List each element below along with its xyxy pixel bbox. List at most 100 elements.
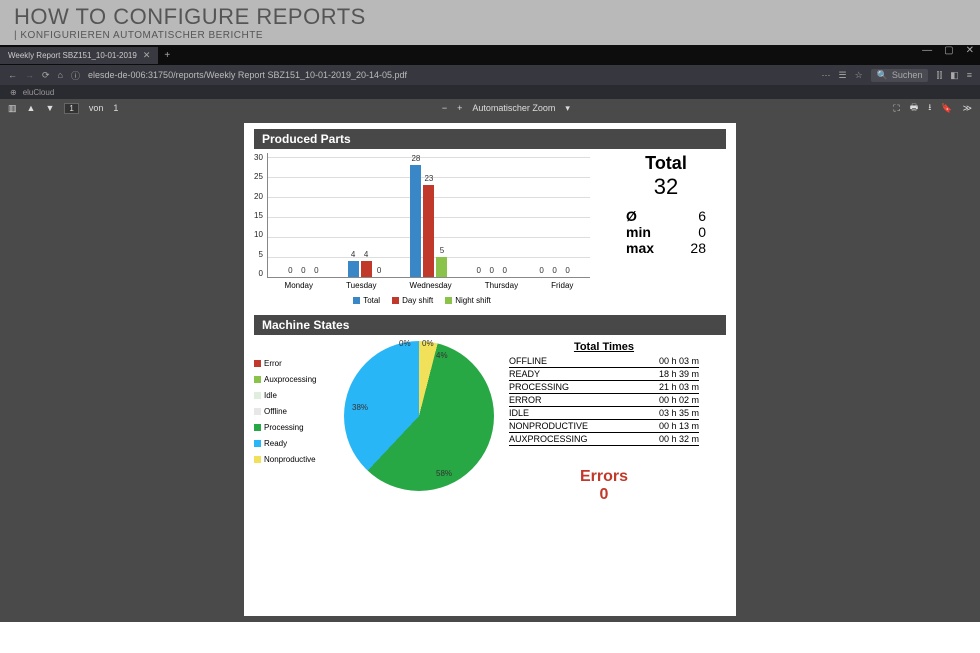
times-key: READY xyxy=(509,369,540,379)
lg-np: Nonproductive xyxy=(264,455,316,464)
search-box[interactable]: 🔍 Suchen xyxy=(871,69,929,82)
bar-value-label: 0 xyxy=(377,266,381,275)
bar-value-label: 0 xyxy=(301,266,305,275)
x-tick: Thursday xyxy=(485,281,518,290)
minimize-icon[interactable]: — xyxy=(922,45,932,56)
close-window-icon[interactable]: ✕ xyxy=(966,45,974,56)
back-icon[interactable]: ← xyxy=(8,70,17,80)
pdf-viewport[interactable]: Produced Parts 302520151050 000440282350… xyxy=(0,117,980,622)
day-group: 2823 5 xyxy=(410,165,447,277)
download-icon[interactable]: ⭳ xyxy=(928,100,931,116)
times-key: IDLE xyxy=(509,408,529,418)
bar: 23 xyxy=(423,185,434,277)
bar-value-label: 23 xyxy=(424,174,433,183)
bar-value-label: 0 xyxy=(490,266,494,275)
bar-legend: Total Day shift Night shift xyxy=(254,296,590,305)
legend-night: Night shift xyxy=(455,296,491,305)
bar-value-label: 0 xyxy=(552,266,556,275)
pie-graphic xyxy=(344,341,494,491)
stat-avg-sym: Ø xyxy=(626,208,637,224)
search-input[interactable]: Suchen xyxy=(892,70,923,80)
day-group: 440 xyxy=(348,261,385,277)
bar-value-label: 5 xyxy=(440,246,444,255)
presentation-icon[interactable]: ⛶ xyxy=(893,103,899,114)
reader-icon[interactable]: ☰ xyxy=(839,70,847,81)
times-val: 18 h 39 m xyxy=(659,369,699,379)
pie-legend: Error Auxprocessing Idle Offline Process… xyxy=(254,341,334,464)
print-icon[interactable]: 🖶 xyxy=(910,100,919,116)
pie-label-ready: 38% xyxy=(352,403,368,412)
bar: 4 xyxy=(348,261,359,277)
times-row: OFFLINE00 h 03 m xyxy=(509,355,699,368)
star-icon[interactable]: ☆ xyxy=(855,70,863,81)
times-val: 03 h 35 m xyxy=(659,408,699,418)
url-field[interactable]: elesde-de-006:31750/reports/Weekly Repor… xyxy=(80,70,814,80)
lg-offline: Offline xyxy=(264,407,287,416)
close-icon[interactable]: ✕ xyxy=(143,50,151,61)
toggle-sidebar-icon[interactable]: ▥ xyxy=(8,103,17,114)
times-key: ERROR xyxy=(509,395,542,405)
tools-icon[interactable]: ≫ xyxy=(963,103,972,114)
browser-tab[interactable]: Weekly Report SBZ151_10-01-2019 ✕ xyxy=(0,47,158,64)
zoom-out-icon[interactable]: − xyxy=(442,103,447,113)
y-axis: 302520151050 xyxy=(254,153,267,278)
bookmark-elucloud[interactable]: eluCloud xyxy=(23,88,55,97)
sidebar-icon[interactable]: ◧ xyxy=(950,70,959,81)
times-key: AUXPROCESSING xyxy=(509,434,588,444)
totals-title: Total xyxy=(606,153,726,174)
times-row: IDLE 03 h 35 m xyxy=(509,407,699,420)
bookmarks-bar: ⊕ eluCloud xyxy=(0,85,980,99)
lg-aux: Auxprocessing xyxy=(264,375,316,384)
bar-value-label: 0 xyxy=(503,266,507,275)
stat-min: 0 xyxy=(698,224,706,240)
pdf-page: Produced Parts 302520151050 000440282350… xyxy=(244,123,736,616)
times-val: 00 h 32 m xyxy=(659,434,699,444)
errors-value: 0 xyxy=(509,486,699,504)
bookmark-pdf-icon[interactable]: 🔖 xyxy=(941,103,952,114)
bar-value-label: 28 xyxy=(411,154,420,163)
times-val: 00 h 13 m xyxy=(659,421,699,431)
menu-icon[interactable]: ≡ xyxy=(967,70,972,80)
page-total: 1 xyxy=(113,103,118,113)
slide-subtitle: | KONFIGURIEREN AUTOMATISCHER BERICHTE xyxy=(14,30,970,41)
page-up-icon[interactable]: ▲ xyxy=(27,103,36,113)
bar-value-label: 0 xyxy=(539,266,543,275)
page-down-icon[interactable]: ▼ xyxy=(45,103,54,113)
zoom-select[interactable]: Automatischer Zoom xyxy=(472,103,555,113)
maximize-icon[interactable]: ▢ xyxy=(944,45,953,56)
bar-value-label: 4 xyxy=(351,250,355,259)
x-tick: Friday xyxy=(551,281,573,290)
times-val: 00 h 02 m xyxy=(659,395,699,405)
tab-title: Weekly Report SBZ151_10-01-2019 xyxy=(8,51,137,60)
x-tick: Tuesday xyxy=(346,281,376,290)
home-icon[interactable]: ⌂ xyxy=(58,70,63,80)
chevron-down-icon[interactable]: ▾ xyxy=(565,103,570,114)
new-tab-button[interactable]: + xyxy=(158,50,176,61)
slide-title: HOW TO CONFIGURE REPORTS xyxy=(14,4,970,30)
reload-icon[interactable]: ⟳ xyxy=(42,70,50,81)
times-row: NONPRODUCTIVE 00 h 13 m xyxy=(509,420,699,433)
more-icon[interactable]: ⋯ xyxy=(822,70,831,81)
page-number-input[interactable]: 1 xyxy=(64,103,78,114)
address-bar: ← → ⟳ ⌂ ⓘ elesde-de-006:31750/reports/We… xyxy=(0,65,980,85)
zoom-in-icon[interactable]: + xyxy=(457,103,462,113)
bar: 28 xyxy=(410,165,421,277)
times-key: NONPRODUCTIVE xyxy=(509,421,588,431)
lg-ready: Ready xyxy=(264,439,287,448)
page-sep: von xyxy=(89,103,104,113)
times-row: READY 18 h 39 m xyxy=(509,368,699,381)
produced-bar-chart: 302520151050 00044028235000000 MondayTue… xyxy=(254,153,590,305)
pie-label-proc: 58% xyxy=(436,469,452,478)
info-icon[interactable]: ⓘ xyxy=(71,69,80,82)
totals-panel: Total 32 Ø6 min0 max28 xyxy=(606,153,726,305)
library-icon[interactable]: ⫿⫿ xyxy=(936,70,942,81)
slide-header: HOW TO CONFIGURE REPORTS | KONFIGURIEREN… xyxy=(0,0,980,45)
pie-label-np: 4% xyxy=(436,351,448,360)
bar: 4 xyxy=(361,261,372,277)
times-val: 00 h 03 m xyxy=(659,356,699,366)
times-row: AUXPROCESSING 00 h 32 m xyxy=(509,433,699,446)
bar-value-label: 0 xyxy=(565,266,569,275)
forward-icon[interactable]: → xyxy=(25,70,34,80)
times-panel: Total Times OFFLINE00 h 03 mREADY18 h 39… xyxy=(509,341,699,503)
search-icon: 🔍 xyxy=(877,70,888,81)
